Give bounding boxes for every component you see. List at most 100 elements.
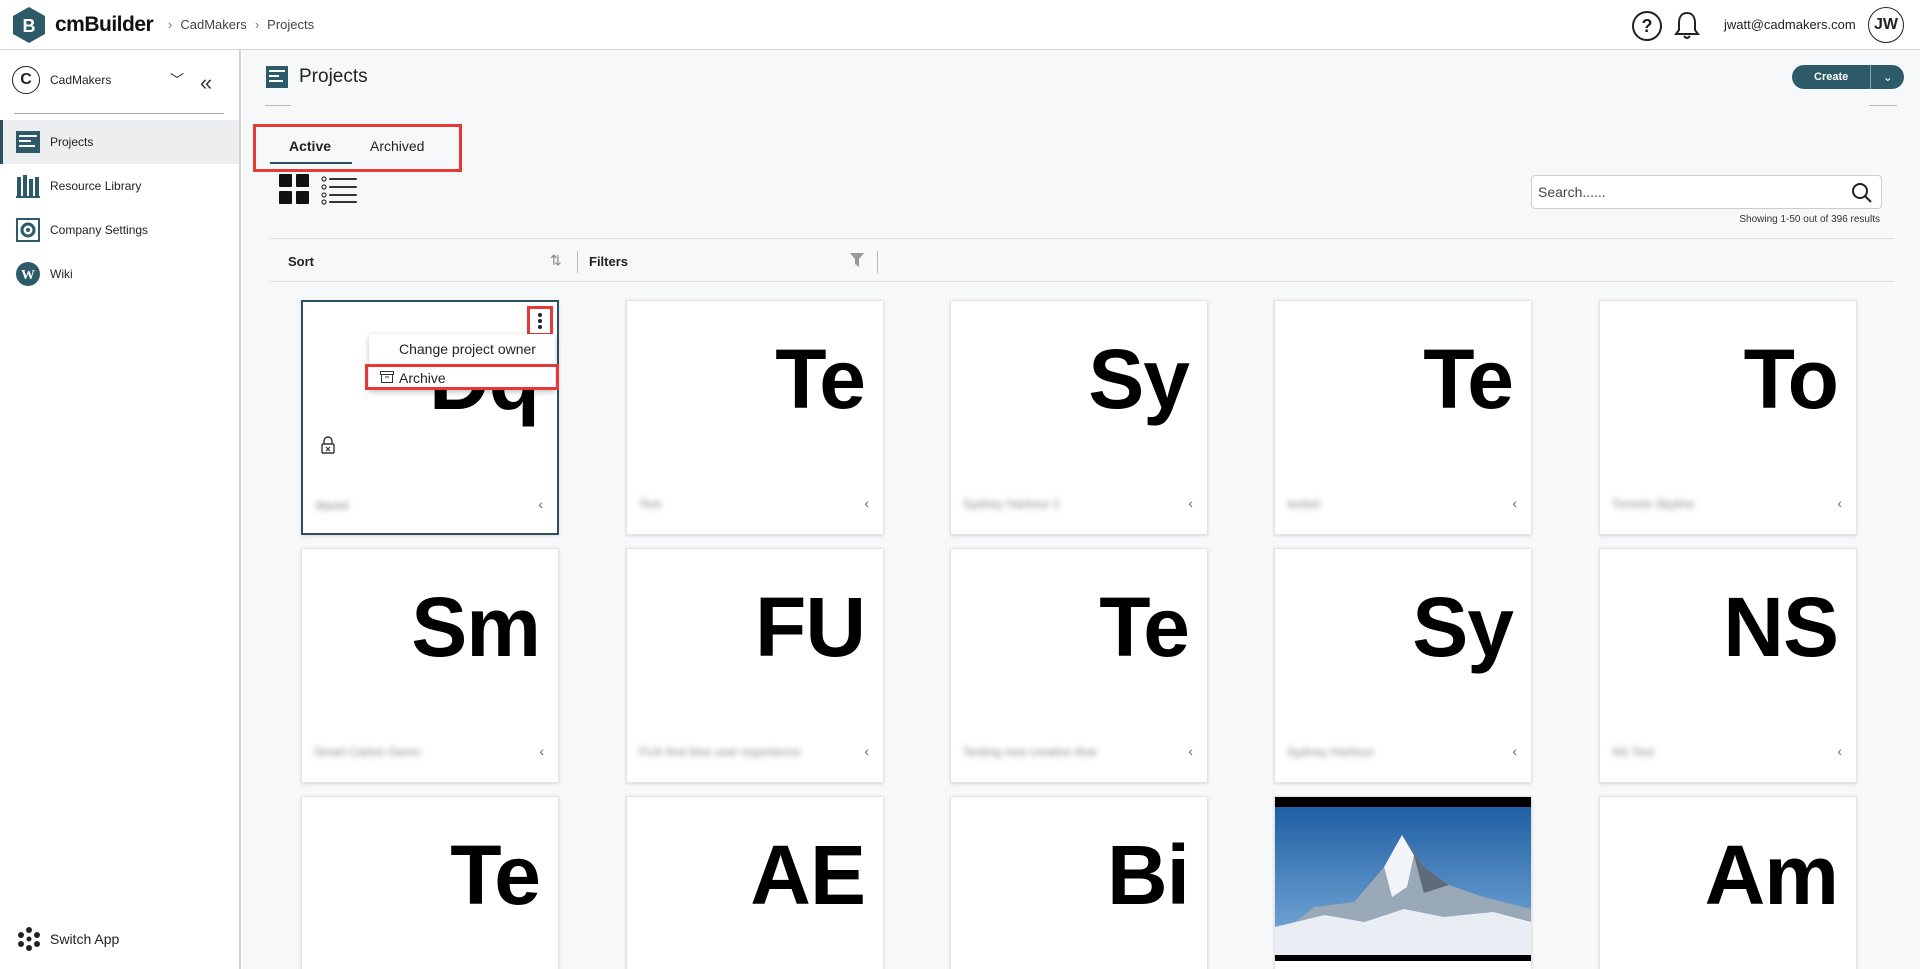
filters-label[interactable]: Filters	[589, 254, 628, 269]
cmbuilder-logo-icon[interactable]: B	[12, 6, 46, 44]
org-badge: C	[12, 66, 40, 94]
filter-icon[interactable]	[850, 253, 864, 267]
project-abbreviation: Bi	[1107, 828, 1190, 922]
sidebar-nav: Projects Resource Library Company Settin…	[0, 120, 239, 296]
help-icon[interactable]: ?	[1632, 11, 1662, 41]
project-abbreviation: AE	[750, 828, 866, 922]
divider	[577, 251, 578, 273]
breadcrumb-current: Projects	[267, 17, 315, 32]
project-card[interactable]: Te tested ‹	[1274, 300, 1532, 535]
project-card[interactable]: Te	[301, 796, 559, 969]
project-card[interactable]: Bi	[950, 796, 1208, 969]
project-card[interactable]: Sy Sydney Harbour 2 ‹	[950, 300, 1208, 535]
search-input[interactable]	[1538, 182, 1838, 202]
project-card[interactable]: NS NS Test ‹	[1599, 548, 1857, 783]
project-name: tested	[1287, 497, 1320, 511]
create-button-group: Create ⌄	[1792, 65, 1905, 89]
svg-text:B: B	[23, 16, 36, 36]
archive-menu-item[interactable]: Archive	[365, 364, 559, 390]
main-content: Projects Create ⌄ Active Archived Showin…	[243, 50, 1920, 969]
sort-filter-bar: Sort ⇅ Filters	[270, 238, 1894, 282]
divider	[877, 251, 878, 273]
search-box	[1531, 175, 1882, 209]
project-name: Toronto Skyline	[1612, 497, 1695, 511]
project-abbreviation: NS	[1723, 580, 1839, 674]
project-abbreviation: Te	[775, 332, 866, 426]
chevron-left-icon[interactable]: ‹	[1512, 743, 1517, 759]
sidebar-item-label: Projects	[50, 135, 94, 149]
archive-label: Archive	[399, 370, 446, 386]
more-options-icon[interactable]	[527, 306, 553, 336]
project-card[interactable]: Te Testing new creation flow ‹	[950, 548, 1208, 783]
chevron-left-icon[interactable]: ‹	[864, 495, 869, 511]
sort-arrows-icon[interactable]: ⇅	[550, 252, 562, 269]
divider	[1869, 105, 1897, 106]
divider	[265, 105, 291, 106]
project-card[interactable]: Te Test ‹	[626, 300, 884, 535]
mountain-thumbnail-image	[1275, 797, 1531, 961]
chevron-left-icon[interactable]: ‹	[1188, 495, 1193, 511]
chevron-left-icon[interactable]: ‹	[539, 743, 544, 759]
project-abbreviation: Sm	[411, 580, 541, 674]
project-abbreviation: To	[1743, 332, 1839, 426]
chevron-left-icon[interactable]: ‹	[1188, 743, 1193, 759]
projects-icon	[266, 66, 288, 88]
tab-active[interactable]: Active	[289, 138, 331, 154]
switch-app-button[interactable]: Switch App	[16, 926, 119, 952]
archive-icon	[380, 371, 394, 383]
project-abbreviation: Te	[1099, 580, 1190, 674]
page-title: Projects	[299, 66, 368, 87]
chevron-left-icon[interactable]: ‹	[1512, 495, 1517, 511]
breadcrumb: › CadMakers › Projects	[168, 17, 314, 32]
switch-app-label: Switch App	[50, 931, 120, 947]
project-card[interactable]: Sy Sydney Harbour ‹	[1274, 548, 1532, 783]
search-icon[interactable]	[1851, 182, 1873, 204]
avatar[interactable]: JW	[1868, 7, 1904, 43]
notification-bell-icon[interactable]	[1672, 10, 1702, 42]
collapse-sidebar-icon[interactable]: «	[200, 70, 212, 96]
brand-name[interactable]: cmBuilder	[55, 13, 154, 37]
project-card[interactable]: To Toronto Skyline ‹	[1599, 300, 1857, 535]
chevron-left-icon[interactable]: ‹	[538, 496, 543, 512]
change-owner-menu-item[interactable]: Change project owner	[369, 338, 555, 364]
grid-view-icon[interactable]	[278, 173, 310, 205]
sidebar-item-label: Resource Library	[50, 179, 142, 193]
project-name: Testing new creation flow	[963, 745, 1098, 759]
project-name: Test	[639, 497, 662, 511]
project-card[interactable]: Sm Smart Carton Demo ‹	[301, 548, 559, 783]
sidebar-item-company-settings[interactable]: Company Settings	[0, 208, 239, 252]
chevron-left-icon[interactable]: ‹	[1837, 495, 1842, 511]
org-selector[interactable]: C CadMakers ﹀	[8, 58, 188, 102]
project-card[interactable]: AE	[626, 796, 884, 969]
chevron-right-icon: ›	[168, 17, 173, 32]
create-button[interactable]: Create	[1792, 65, 1871, 89]
sort-label[interactable]: Sort	[288, 254, 314, 269]
project-name: NS Test	[1612, 745, 1654, 759]
sidebar-item-resource-library[interactable]: Resource Library	[0, 164, 239, 208]
sidebar-item-wiki[interactable]: W Wiki	[0, 252, 239, 296]
project-card[interactable]: FU FUX first time user experience ‹	[626, 548, 884, 783]
chevron-down-icon[interactable]: ⌄	[1870, 65, 1905, 89]
project-abbreviation: Te	[1423, 332, 1514, 426]
user-email[interactable]: jwatt@cadmakers.com	[1724, 17, 1856, 32]
org-name: CadMakers	[50, 73, 112, 87]
chevron-left-icon[interactable]: ‹	[1837, 743, 1842, 759]
project-abbreviation: Te	[450, 828, 541, 922]
projects-icon	[16, 131, 40, 153]
chevron-right-icon: ›	[254, 17, 260, 32]
sidebar: C CadMakers ﹀ « Projects Resource Librar…	[0, 50, 241, 969]
tab-archived[interactable]: Archived	[370, 138, 424, 154]
sidebar-item-projects[interactable]: Projects	[0, 120, 239, 164]
chevron-down-icon: ﹀	[170, 72, 184, 88]
project-card[interactable]	[1274, 796, 1532, 969]
project-context-menu: Change project owner Archive	[365, 334, 559, 390]
chevron-left-icon[interactable]: ‹	[864, 743, 869, 759]
library-icon	[16, 175, 40, 198]
breadcrumb-org[interactable]: CadMakers	[180, 17, 246, 32]
project-abbreviation: Am	[1704, 828, 1839, 922]
project-card[interactable]: Am	[1599, 796, 1857, 969]
sidebar-item-label: Wiki	[50, 267, 73, 281]
project-abbreviation: Sy	[1088, 332, 1190, 426]
list-view-icon[interactable]	[321, 175, 359, 205]
top-bar: B cmBuilder › CadMakers › Projects ? jwa…	[0, 0, 1920, 50]
